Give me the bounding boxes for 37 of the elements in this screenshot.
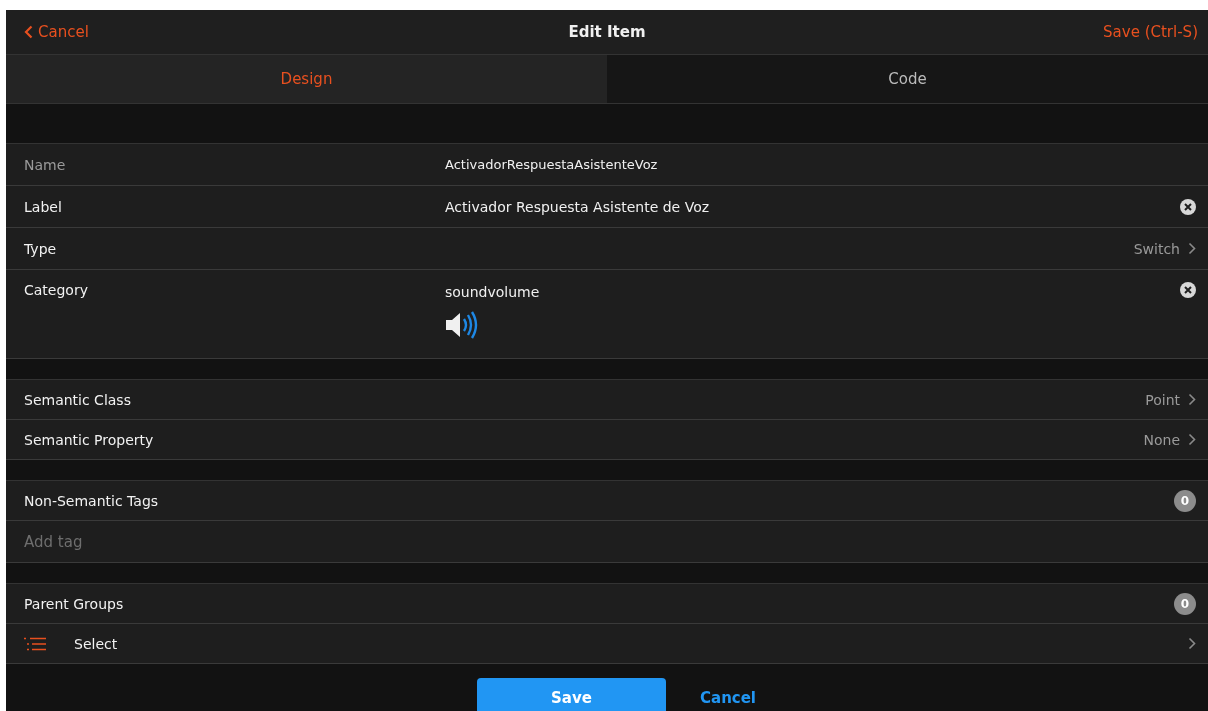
- field-label: Type: [24, 240, 58, 257]
- input-field[interactable]: Add tag: [24, 532, 324, 551]
- list-row[interactable]: Type Switch: [6, 228, 1208, 270]
- chevron-right-icon: [1188, 242, 1196, 255]
- field-label: Category: [24, 282, 89, 298]
- count-badge: 0: [1174, 489, 1196, 512]
- list-row[interactable]: Semantic Class Point: [6, 380, 1208, 420]
- section-label: Parent Groups: [24, 595, 125, 612]
- save-link[interactable]: Save (Ctrl-S): [1103, 23, 1198, 41]
- cancel-link[interactable]: Cancel: [700, 678, 756, 711]
- chevron-right-icon: [1188, 637, 1196, 650]
- field-value: None: [1143, 431, 1180, 448]
- chevron-right-icon: [1188, 433, 1196, 446]
- list-icon: [24, 636, 46, 651]
- field-value[interactable]: soundvolume: [445, 284, 540, 300]
- section-label: Non-Semantic Tags: [24, 492, 160, 509]
- tab[interactable]: Design: [6, 55, 607, 103]
- field-label: Name: [24, 156, 67, 173]
- field-value[interactable]: Activador Respuesta Asistente de Voz: [445, 198, 710, 215]
- list-row[interactable]: Select: [6, 624, 1208, 664]
- tab[interactable]: Code: [607, 55, 1208, 103]
- field-label: Label: [24, 198, 63, 215]
- clear-button[interactable]: [1180, 198, 1196, 215]
- field-value: Switch: [1133, 240, 1180, 257]
- count-badge: 0: [1174, 592, 1196, 615]
- clear-button[interactable]: [1180, 282, 1196, 298]
- field-value: Point: [1145, 391, 1180, 408]
- chevron-right-icon: [1188, 393, 1196, 406]
- speaker-icon: [445, 310, 479, 340]
- field-label: Semantic Property: [24, 431, 155, 448]
- field-value: ActivadorRespuestaAsistenteVoz: [445, 157, 658, 172]
- close-icon: [1180, 198, 1196, 215]
- cancel-link[interactable]: Cancel: [24, 23, 89, 41]
- window-title: Edit Item: [568, 23, 646, 41]
- field-label: Semantic Class: [24, 391, 132, 408]
- close-icon: [1180, 282, 1196, 298]
- chevron-left-icon: [24, 25, 33, 39]
